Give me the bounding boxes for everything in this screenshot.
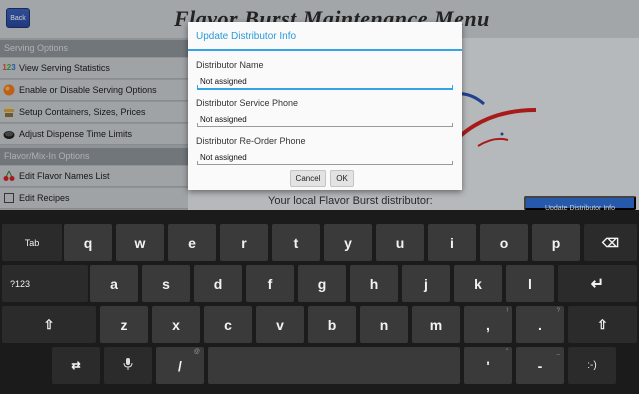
key-p[interactable]: p <box>532 224 580 261</box>
key-x[interactable]: x <box>152 306 200 343</box>
period-key[interactable]: . ? <box>516 306 564 343</box>
screen: Back Flavor Burst Maintenance Menu Servi… <box>0 0 639 394</box>
key-w[interactable]: w <box>116 224 164 261</box>
key-y[interactable]: y <box>324 224 372 261</box>
distributor-name-field[interactable] <box>197 75 453 88</box>
slash-key-hint: @ <box>193 349 200 355</box>
comma-key-label: , <box>486 316 490 333</box>
ok-button[interactable]: OK <box>330 170 354 187</box>
space-bar[interactable] <box>208 347 460 384</box>
symbols-key[interactable]: ?123 <box>2 265 88 302</box>
period-key-label: . <box>538 316 542 333</box>
distributor-name-label: Distributor Name <box>196 60 264 70</box>
shift-key-right[interactable]: ⇧ <box>568 306 637 343</box>
key-o[interactable]: o <box>480 224 528 261</box>
period-key-hint: ? <box>556 308 560 314</box>
key-t[interactable]: t <box>272 224 320 261</box>
slash-key-label: / <box>178 357 182 374</box>
apostrophe-key-label: ' <box>486 357 490 374</box>
dash-key-hint: _ <box>556 349 560 355</box>
key-q[interactable]: q <box>64 224 112 261</box>
key-a[interactable]: a <box>90 265 138 302</box>
dash-key-label: - <box>537 357 543 374</box>
key-d[interactable]: d <box>194 265 242 302</box>
comma-key-hint: ! <box>506 308 508 314</box>
key-z[interactable]: z <box>100 306 148 343</box>
key-k[interactable]: k <box>454 265 502 302</box>
enter-key[interactable]: ↵ <box>558 265 637 302</box>
key-l[interactable]: l <box>506 265 554 302</box>
key-e[interactable]: e <box>168 224 216 261</box>
key-r[interactable]: r <box>220 224 268 261</box>
key-j[interactable]: j <box>402 265 450 302</box>
comma-key[interactable]: , ! <box>464 306 512 343</box>
shift-key-left[interactable]: ⇧ <box>2 306 96 343</box>
service-phone-label: Distributor Service Phone <box>196 98 299 108</box>
apostrophe-key-hint: " <box>505 349 508 355</box>
reorder-phone-underline <box>197 164 453 165</box>
cancel-button[interactable]: Cancel <box>290 170 326 187</box>
language-switch-key[interactable]: ⇄ <box>52 347 100 384</box>
dialog-title-divider <box>188 49 462 51</box>
dash-key[interactable]: - _ <box>516 347 564 384</box>
tab-key[interactable]: Tab <box>2 224 62 261</box>
key-b[interactable]: b <box>308 306 356 343</box>
key-c[interactable]: c <box>204 306 252 343</box>
apostrophe-key[interactable]: ' " <box>464 347 512 384</box>
key-v[interactable]: v <box>256 306 304 343</box>
key-g[interactable]: g <box>298 265 346 302</box>
field-edge-mark <box>197 161 198 164</box>
distributor-name-underline <box>197 88 453 90</box>
slash-key[interactable]: / @ <box>156 347 204 384</box>
key-f[interactable]: f <box>246 265 294 302</box>
reorder-phone-field[interactable] <box>197 151 453 164</box>
backspace-key[interactable]: ⌫ <box>584 224 637 261</box>
emoticon-key[interactable]: :-) <box>568 347 616 384</box>
microphone-key[interactable] <box>104 347 152 384</box>
microphone-icon <box>123 358 133 373</box>
service-phone-field[interactable] <box>197 113 453 126</box>
key-n[interactable]: n <box>360 306 408 343</box>
key-u[interactable]: u <box>376 224 424 261</box>
key-m[interactable]: m <box>412 306 460 343</box>
field-edge-mark <box>197 85 198 88</box>
key-i[interactable]: i <box>428 224 476 261</box>
reorder-phone-label: Distributor Re-Order Phone <box>196 136 306 146</box>
dialog-title: Update Distributor Info <box>196 31 297 42</box>
field-edge-mark <box>452 85 453 88</box>
on-screen-keyboard: Tab q w e r t y u i o p ⌫ ?123 a s d f g… <box>0 210 639 394</box>
field-edge-mark <box>197 123 198 126</box>
service-phone-underline <box>197 126 453 127</box>
field-edge-mark <box>452 123 453 126</box>
field-edge-mark <box>452 161 453 164</box>
key-h[interactable]: h <box>350 265 398 302</box>
key-s[interactable]: s <box>142 265 190 302</box>
update-distributor-dialog: Update Distributor Info Distributor Name… <box>188 22 462 190</box>
